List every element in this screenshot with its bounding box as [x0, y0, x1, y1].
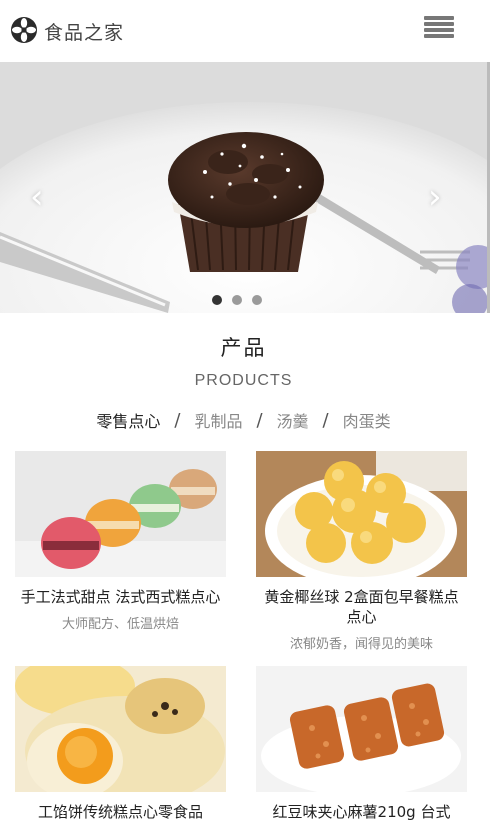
tab-separator: /	[322, 409, 329, 431]
cupcake-photo	[0, 62, 487, 313]
product-description: 大师配方、低温烘焙	[61, 617, 179, 632]
section-subtitle: PRODUCTS	[194, 372, 293, 389]
product-card[interactable]: 手工法式甜点 法式西式糕点心 大师配方、低温烘焙	[15, 451, 226, 632]
tab-soup[interactable]: 汤羹	[277, 408, 309, 432]
banner-next-arrow[interactable]: ›	[428, 180, 442, 214]
product-card[interactable]: 黄金椰丝球 2盒面包早餐糕点点心 浓郁奶香，闻得见的美味	[256, 451, 467, 652]
product-image-mochi-bars[interactable]	[256, 666, 467, 792]
product-card[interactable]: 红豆味夹心麻薯210g 台式	[256, 666, 467, 828]
hero-banner[interactable]: ‹ ›	[0, 62, 487, 313]
product-card[interactable]: 工馅饼传统糕点心零食品	[15, 666, 226, 828]
product-name[interactable]: 黄金椰丝球 2盒面包早餐糕点点心	[256, 587, 467, 627]
product-description: 浓郁奶香，闻得见的美味	[289, 637, 433, 652]
brand-name[interactable]: 食品之家	[44, 18, 124, 45]
tab-retail-snacks[interactable]: 零售点心	[96, 408, 160, 432]
product-name[interactable]: 工馅饼传统糕点心零食品	[15, 802, 226, 822]
carousel-dot-1[interactable]	[212, 295, 222, 305]
flower-logo-icon[interactable]	[10, 16, 38, 44]
tab-dairy[interactable]: 乳制品	[194, 408, 242, 432]
banner-prev-arrow[interactable]: ‹	[30, 180, 44, 214]
carousel-dot-2[interactable]	[232, 295, 242, 305]
tab-separator: /	[174, 409, 181, 431]
carousel-dot-3[interactable]	[252, 295, 262, 305]
tab-separator: /	[256, 409, 263, 431]
tab-meat-egg[interactable]: 肉蛋类	[343, 408, 391, 432]
product-image-macarons[interactable]	[15, 451, 226, 577]
hamburger-menu-icon[interactable]	[424, 16, 454, 40]
product-image-coconut-balls[interactable]	[256, 451, 467, 577]
product-name[interactable]: 红豆味夹心麻薯210g 台式	[256, 802, 467, 822]
carousel-dots	[212, 295, 262, 305]
product-image-yolk-pastry[interactable]	[15, 666, 226, 792]
category-tabs: 零售点心 / 乳制品 / 汤羹 / 肉蛋类	[0, 408, 487, 432]
section-title: 产品	[220, 336, 267, 360]
top-header: 食品之家	[0, 0, 490, 62]
product-name[interactable]: 手工法式甜点 法式西式糕点心	[15, 587, 226, 607]
